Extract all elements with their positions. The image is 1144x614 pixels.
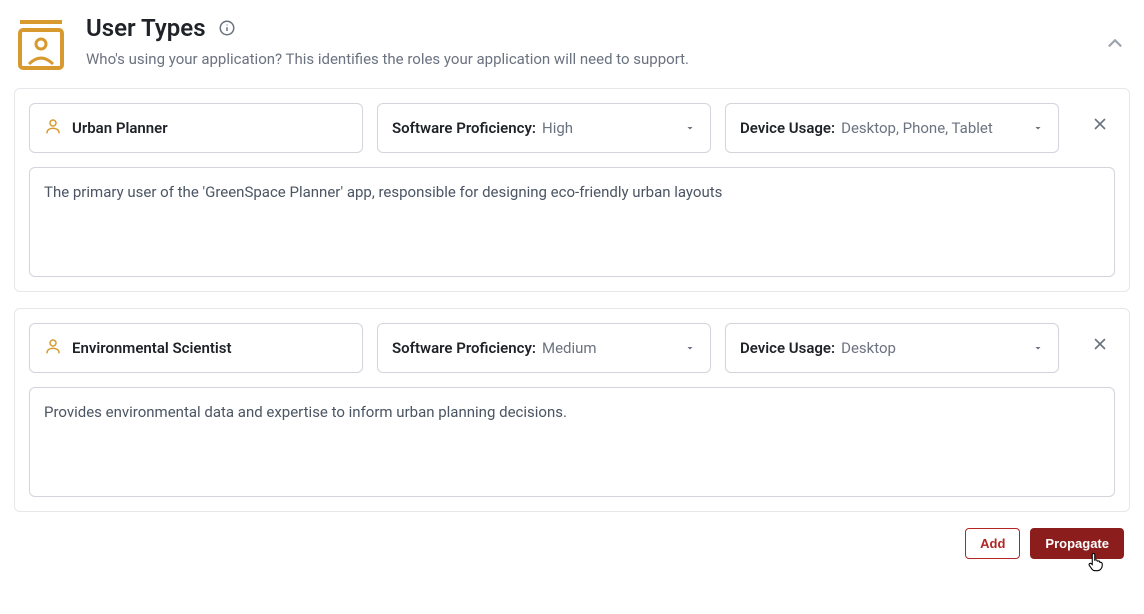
remove-user-type-button[interactable] <box>1091 115 1109 137</box>
page-title: User Types <box>86 14 206 42</box>
user-type-card: Urban Planner Software Proficiency: High… <box>14 88 1130 292</box>
device-usage-value: Desktop, Phone, Tablet <box>841 119 993 137</box>
remove-user-type-button[interactable] <box>1091 335 1109 357</box>
software-proficiency-select[interactable]: Software Proficiency: High <box>377 103 711 153</box>
user-type-card: Environmental Scientist Software Profici… <box>14 308 1130 512</box>
user-type-name: Urban Planner <box>72 119 168 137</box>
user-card-icon <box>14 14 68 68</box>
software-proficiency-label: Software Proficiency: <box>392 119 536 137</box>
chevron-down-icon <box>1032 339 1044 358</box>
chevron-down-icon <box>684 339 696 358</box>
user-type-name-field[interactable]: Urban Planner <box>29 103 363 153</box>
propagate-button[interactable]: Propagate <box>1030 528 1124 559</box>
user-type-description[interactable]: The primary user of the 'GreenSpace Plan… <box>29 167 1115 277</box>
add-button[interactable]: Add <box>965 528 1020 559</box>
user-type-name-field[interactable]: Environmental Scientist <box>29 323 363 373</box>
device-usage-select[interactable]: Device Usage: Desktop, Phone, Tablet <box>725 103 1059 153</box>
user-type-description[interactable]: Provides environmental data and expertis… <box>29 387 1115 497</box>
page-subtitle: Who's using your application? This ident… <box>86 50 1130 68</box>
software-proficiency-value: High <box>542 119 573 137</box>
person-icon <box>44 117 62 139</box>
collapse-section-button[interactable] <box>1104 32 1126 58</box>
software-proficiency-select[interactable]: Software Proficiency: Medium <box>377 323 711 373</box>
device-usage-label: Device Usage: <box>740 339 835 357</box>
device-usage-label: Device Usage: <box>740 119 835 137</box>
info-icon[interactable] <box>218 19 236 37</box>
user-type-name: Environmental Scientist <box>72 339 232 357</box>
section-header: User Types Who's using your application?… <box>14 14 1130 68</box>
software-proficiency-value: Medium <box>542 339 597 357</box>
device-usage-value: Desktop <box>841 339 896 357</box>
person-icon <box>44 337 62 359</box>
device-usage-select[interactable]: Device Usage: Desktop <box>725 323 1059 373</box>
chevron-down-icon <box>1032 119 1044 138</box>
software-proficiency-label: Software Proficiency: <box>392 339 536 357</box>
action-bar: Add Propagate <box>14 528 1130 559</box>
chevron-down-icon <box>684 119 696 138</box>
